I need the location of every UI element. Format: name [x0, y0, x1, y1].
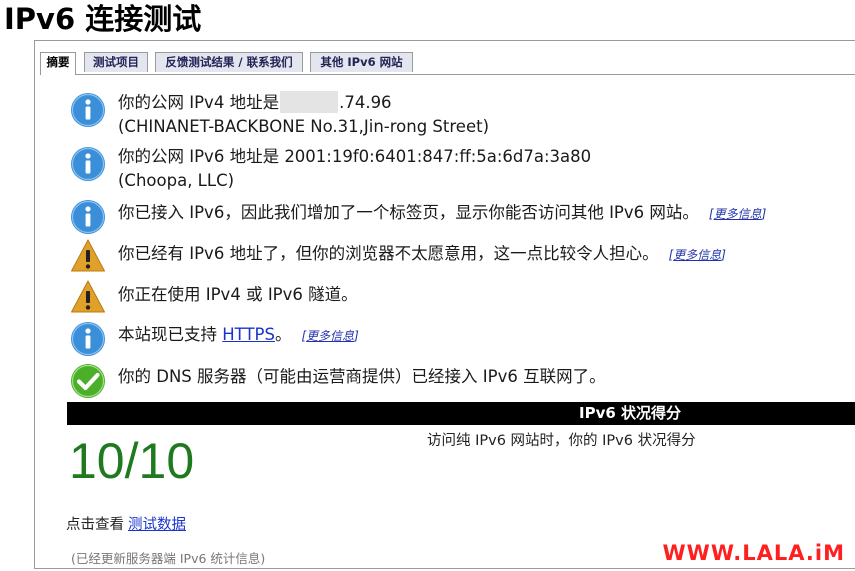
ipv6-isp: (Choopa, LLC) — [118, 171, 235, 190]
warning-icon — [71, 280, 105, 313]
score-value: 10/10 — [69, 433, 195, 489]
result-text: 你正在使用 IPv4 或 IPv6 隧道。 — [118, 285, 358, 304]
info-icon — [71, 322, 105, 356]
ipv4-suffix: .74.96 — [339, 93, 392, 112]
result-text-end: 。 — [274, 325, 292, 344]
info-icon — [71, 200, 105, 234]
info-icon — [71, 93, 105, 127]
test-data-link[interactable]: 测试数据 — [128, 517, 186, 533]
ipv4-label: 你的公网 IPv4 地址是 — [118, 93, 280, 112]
score-header-bar: IPv6 状况得分 — [67, 402, 855, 425]
score-header: IPv6 状况得分 — [579, 404, 682, 422]
score-caption: 访问纯 IPv6 网站时，你的 IPv6 状况得分 — [427, 433, 696, 449]
result-text: 你已接入 IPv6，因此我们增加了一个标签页，显示你能否访问其他 IPv6 网站… — [118, 203, 699, 222]
ipv4-isp: (CHINANET-BACKBONE No.31,Jin-rong Street… — [118, 117, 490, 136]
warning-icon — [71, 239, 105, 272]
server-stats-note: (已经更新服务器端 IPv6 统计信息) — [71, 551, 266, 566]
tab-summary[interactable]: 摘要 — [40, 52, 76, 75]
page-title: IPv6 连接测试 — [4, 2, 202, 36]
tab-other-ipv6-sites[interactable]: 其他 IPv6 网站 — [310, 52, 413, 72]
result-text: 你的 DNS 服务器（可能由运营商提供）已经接入 IPv6 互联网了。 — [118, 367, 606, 386]
result-text: 本站现已支持 — [118, 325, 223, 344]
summary-panel: 摘要 测试项目 反馈测试结果 / 联系我们 其他 IPv6 网站 你的公网 IP… — [34, 40, 855, 569]
tab-feedback[interactable]: 反馈测试结果 / 联系我们 — [155, 52, 303, 72]
more-info-link[interactable]: 更多信息 — [709, 207, 766, 221]
info-icon — [71, 147, 105, 181]
more-info-link[interactable]: 更多信息 — [301, 329, 358, 343]
result-text: 你已经有 IPv6 地址了，但你的浏览器不太愿意用，这一点比较令人担心。 — [118, 244, 659, 263]
tab-test-items[interactable]: 测试项目 — [84, 52, 148, 72]
more-info-link[interactable]: 更多信息 — [669, 248, 726, 262]
check-icon — [71, 364, 105, 398]
redacted-block — [280, 91, 339, 113]
tab-bar: 摘要 测试项目 反馈测试结果 / 联系我们 其他 IPv6 网站 — [40, 52, 855, 75]
ipv6-address: 你的公网 IPv6 地址是 2001:19f0:6401:847:ff:5a:6… — [118, 147, 592, 166]
view-data: 点击查看 测试数据 — [66, 513, 186, 534]
watermark: WWW.LALA.iM — [662, 541, 845, 565]
https-link[interactable]: HTTPS — [222, 325, 275, 344]
view-data-prefix: 点击查看 — [66, 517, 124, 533]
